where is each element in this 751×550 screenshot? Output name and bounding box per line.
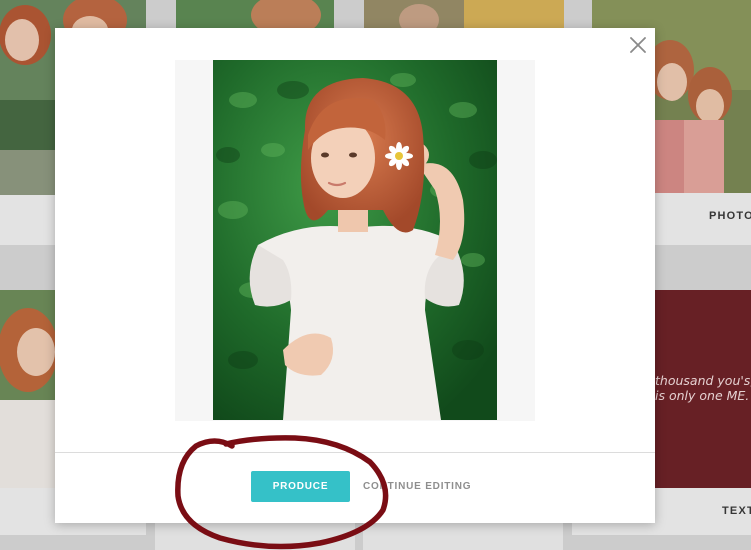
modal-footer-divider bbox=[55, 452, 655, 453]
preview-image bbox=[213, 60, 497, 420]
preview-modal: PRODUCE CONTINUE EDITING bbox=[55, 28, 655, 523]
continue-editing-link[interactable]: CONTINUE EDITING bbox=[363, 481, 483, 495]
editor-screen: PHOTO thousand you's, is only one ME. TE… bbox=[0, 0, 751, 550]
produce-button[interactable]: PRODUCE bbox=[251, 471, 350, 502]
close-button[interactable] bbox=[627, 34, 649, 56]
close-icon bbox=[630, 37, 646, 53]
